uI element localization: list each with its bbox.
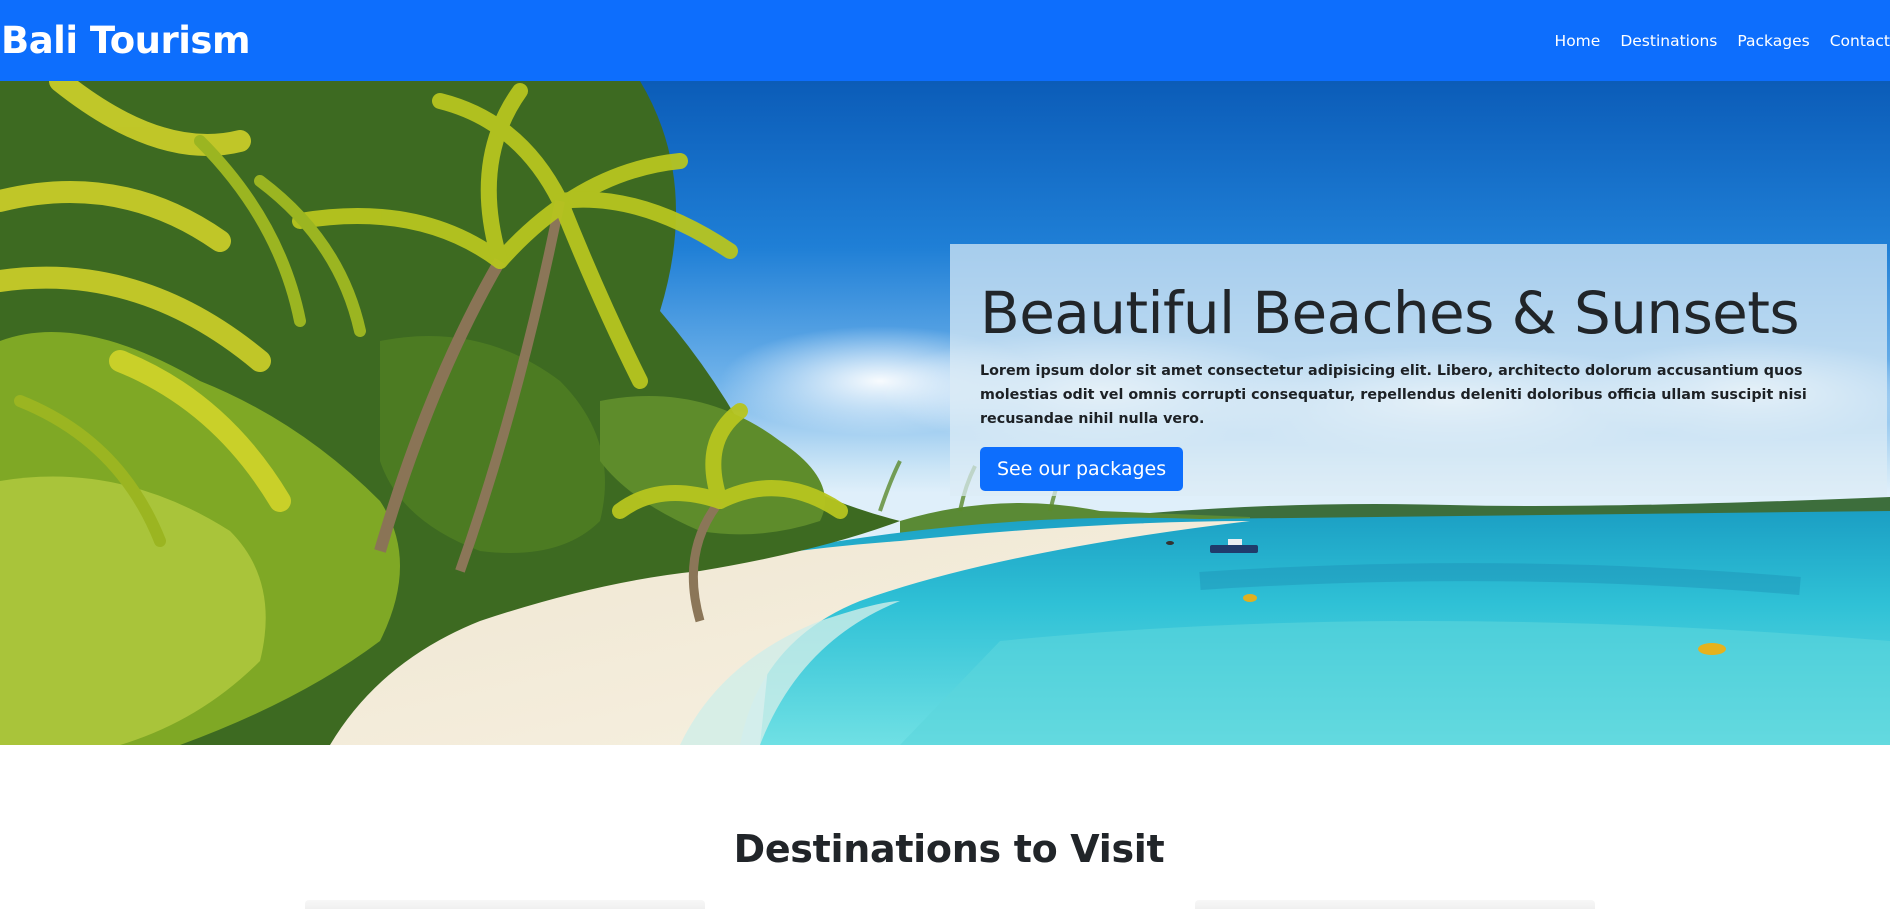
navbar: Bali Tourism Home Destinations Packages … — [0, 0, 1890, 81]
see-packages-button[interactable]: See our packages — [980, 446, 1184, 491]
destination-card-top-edge — [305, 900, 705, 909]
nav-link-home[interactable]: Home — [1555, 32, 1601, 50]
nav-link-destinations[interactable]: Destinations — [1620, 32, 1717, 50]
nav-links: Home Destinations Packages Contact — [1535, 32, 1890, 50]
hero-section: Beautiful Beaches & Sunsets Lorem ipsum … — [0, 81, 1890, 745]
hero-card: Beautiful Beaches & Sunsets Lorem ipsum … — [950, 244, 1887, 496]
nav-link-contact[interactable]: Contact — [1830, 32, 1890, 50]
hero-description: Lorem ipsum dolor sit amet consectetur a… — [980, 362, 1807, 427]
destinations-title: Destinations to Visit — [733, 827, 1165, 871]
nav-link-packages[interactable]: Packages — [1737, 32, 1809, 50]
hero-title: Beautiful Beaches & Sunsets — [980, 279, 1800, 347]
destination-card-top-edge — [1195, 900, 1595, 909]
brand-logo[interactable]: Bali Tourism — [0, 19, 251, 62]
